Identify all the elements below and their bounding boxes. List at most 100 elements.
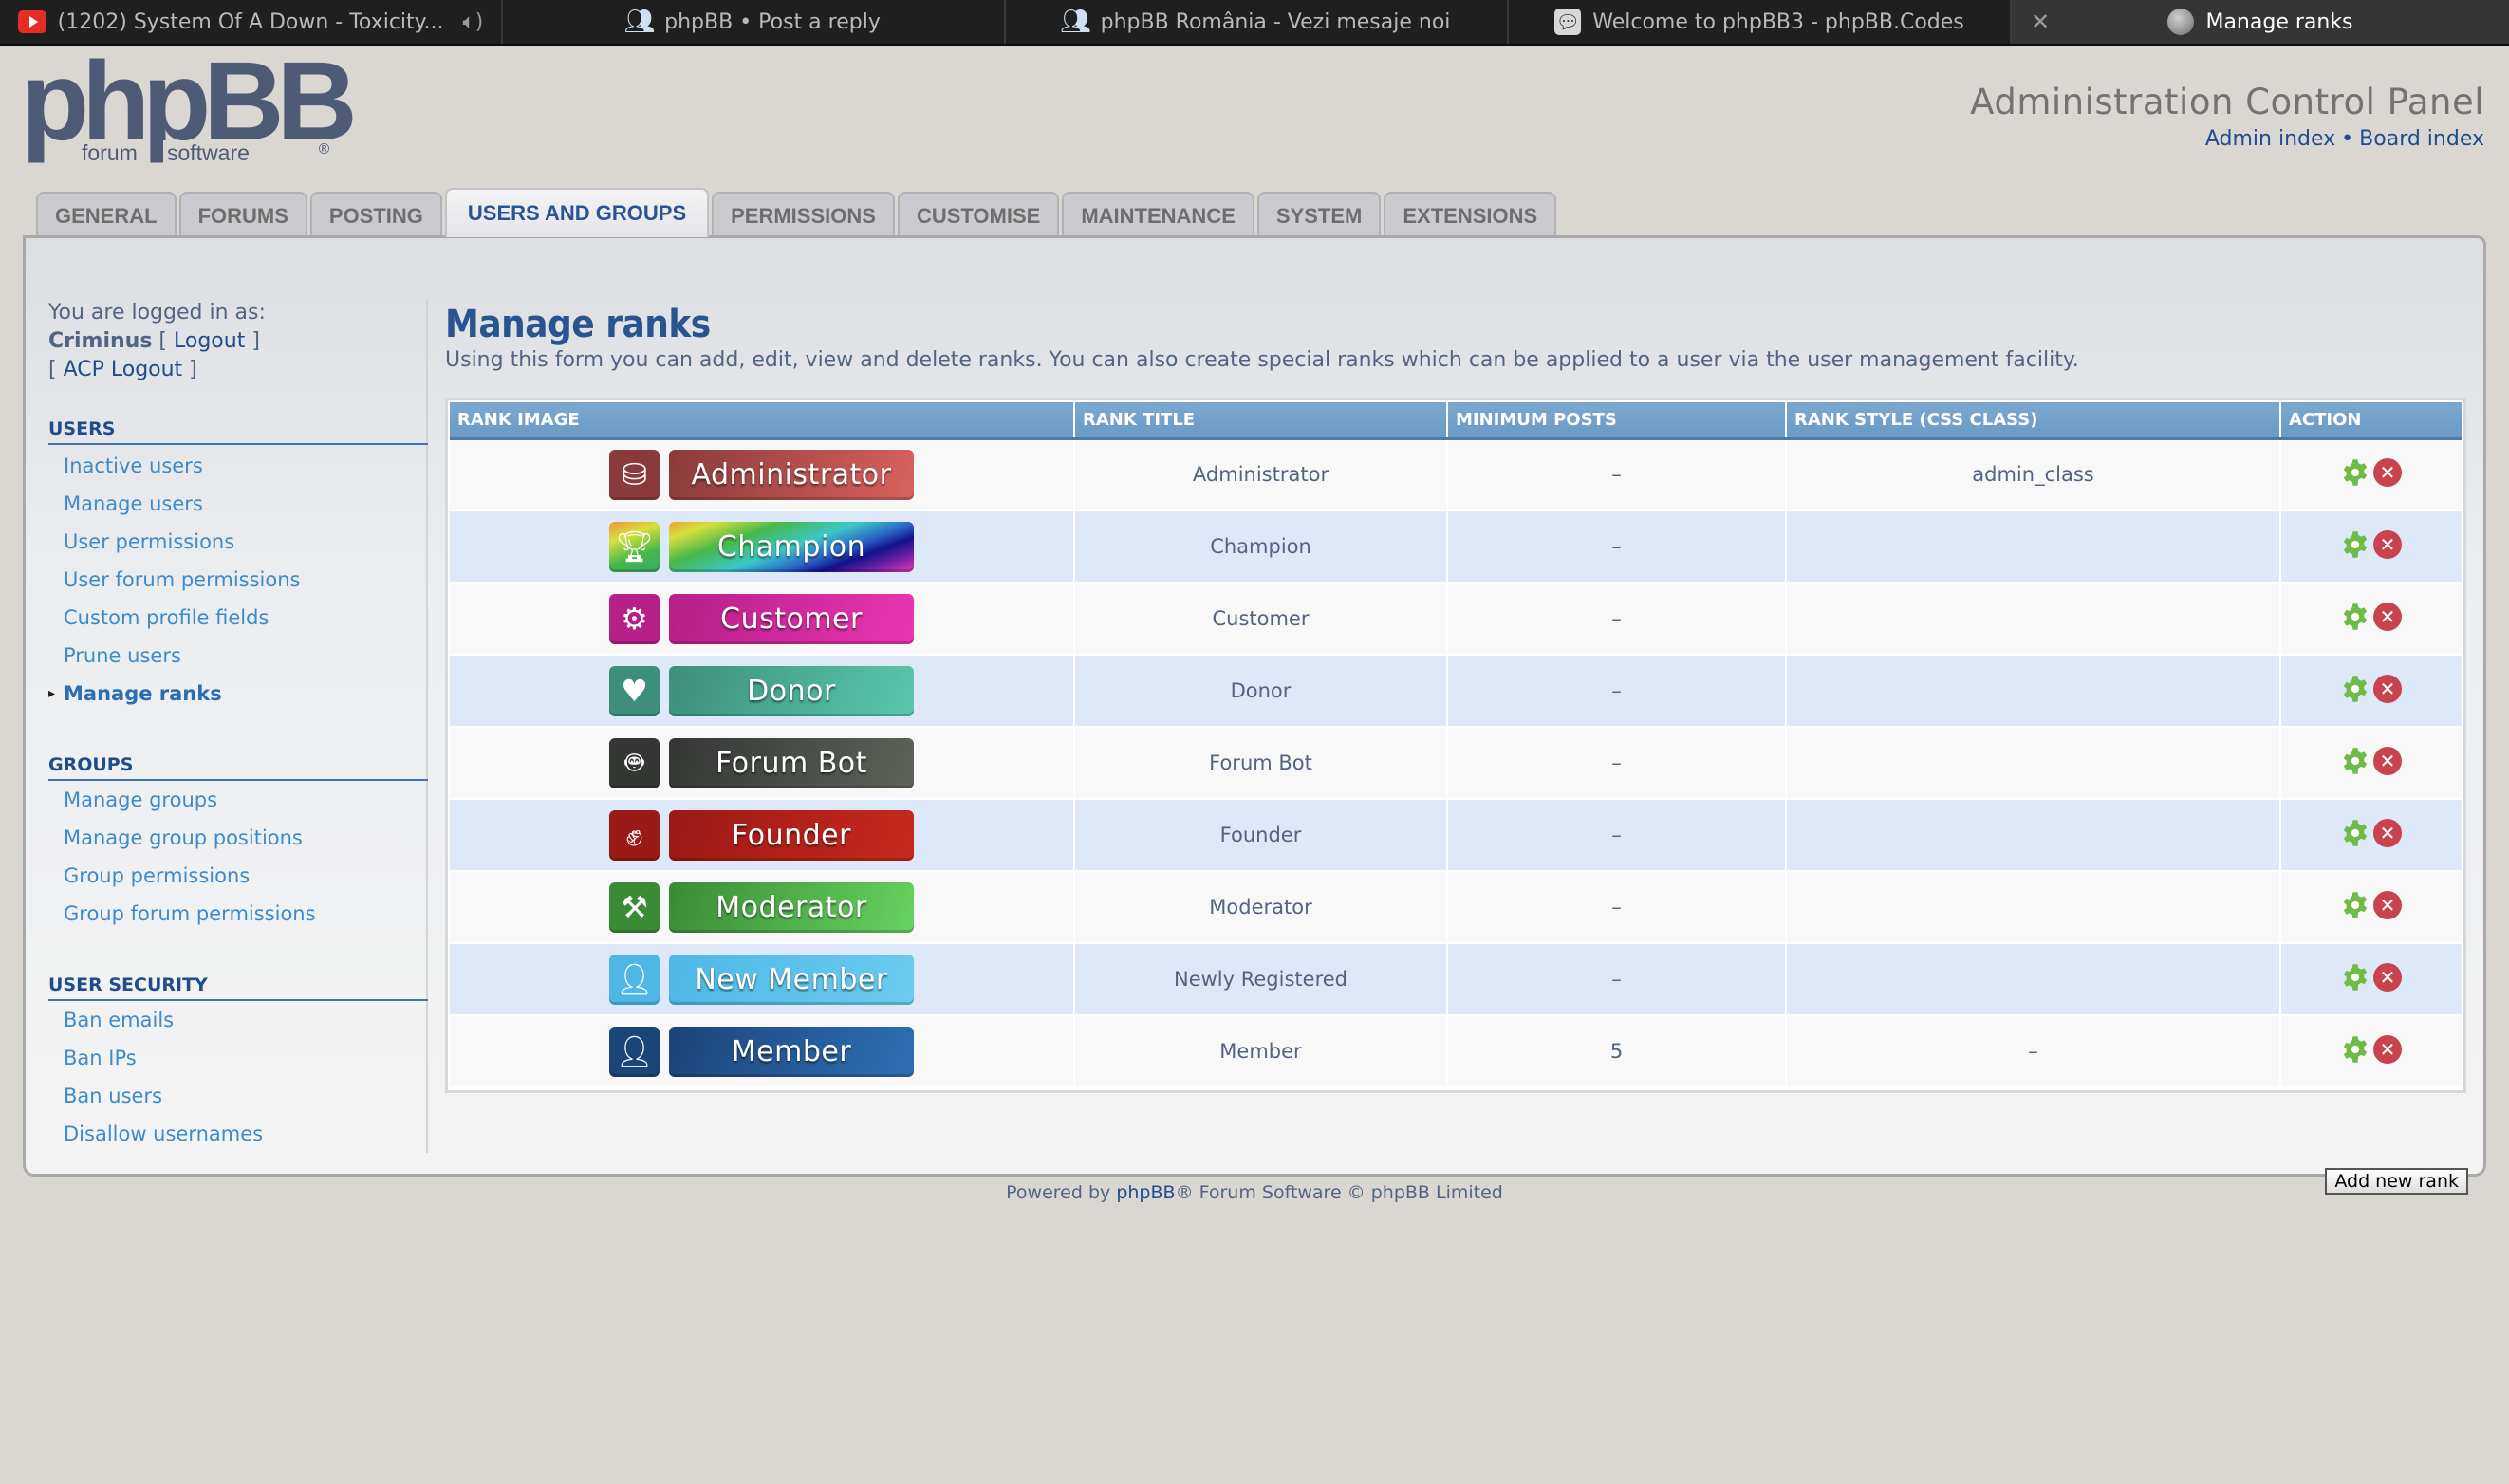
menu-section-user-security: USER SECURITY Ban emails Ban IPs Ban use… [48,974,428,1153]
tab-permissions[interactable]: PERMISSIONS [712,192,895,239]
tab-extensions[interactable]: EXTENSIONS [1384,192,1557,239]
action-cell: ✕ [2280,1015,2462,1088]
phpbb-logo[interactable]: phpBB forum software ® [21,46,358,173]
sidebar-item-manage-users[interactable]: Manage users [48,485,426,523]
rank-image-cell: ✊︎ Founder [450,799,1075,872]
tab-maintenance[interactable]: MAINTENANCE [1062,192,1254,239]
sidebar: You are logged in as: Criminus [ Logout … [48,299,428,1153]
rank-style-cell [1786,871,2281,944]
col-rank-image: RANK IMAGE [450,402,1075,440]
gear-icon[interactable] [2341,458,2370,487]
min-posts-cell: – [1447,438,1787,511]
page-description: Using this form you can add, edit, view … [445,348,2079,372]
delete-icon[interactable]: ✕ [2373,674,2402,703]
hand-gear-icon: ⚙ [609,593,660,644]
browser-tab-active[interactable]: ✕ Manage ranks [2012,0,2509,44]
tab-general[interactable]: GENERAL [36,192,177,239]
tab-posting[interactable]: POSTING [309,192,442,239]
rank-image-cell: ⚙ Customer [450,583,1075,656]
logo-subtitle: software [163,140,253,166]
gear-icon[interactable] [2341,675,2370,703]
logged-in-label: You are logged in as: [48,301,266,325]
min-posts-cell: – [1447,943,1787,1016]
rank-style-cell [1786,510,2281,584]
tab-users-and-groups[interactable]: USERS AND GROUPS [444,188,710,237]
acp-tabs: GENERAL FORUMS POSTING USERS AND GROUPS … [36,188,1557,239]
tab-customise[interactable]: CUSTOMISE [897,192,1060,239]
rank-image: ♥ Donor [609,665,914,716]
board-index-link[interactable]: Board index [2359,127,2484,151]
browser-tab[interactable]: (1202) System Of A Down - Toxicity... 🔈︎… [0,0,503,44]
sidebar-item-manage-group-positions[interactable]: Manage group positions [48,819,426,857]
close-tab-icon[interactable]: ✕ [2031,9,2050,35]
gear-icon[interactable] [2341,963,2370,992]
sidebar-item-ban-users[interactable]: Ban users [48,1077,426,1115]
col-action: ACTION [2280,402,2462,440]
sidebar-item-label: Manage ranks [64,682,222,705]
delete-icon[interactable]: ✕ [2373,529,2402,559]
speaker-icon[interactable]: 🔈︎) [463,10,484,34]
delete-icon[interactable]: ✕ [2373,457,2402,487]
acp-title: Administration Control Panel [1970,82,2484,122]
admin-index-link[interactable]: Admin index [2205,127,2335,151]
sidebar-item-prune-users[interactable]: Prune users [48,637,426,675]
rank-badge: Member [669,1026,914,1077]
sidebar-item-ban-ips[interactable]: Ban IPs [48,1039,426,1077]
delete-icon[interactable]: ✕ [2373,890,2402,919]
logout-link[interactable]: Logout [174,329,245,353]
sidebar-item-custom-profile-fields[interactable]: Custom profile fields [48,599,426,637]
tab-system[interactable]: SYSTEM [1256,192,1382,239]
browser-tab-title: Welcome to phpBB3 - phpBB.Codes [1592,9,1964,34]
login-info: You are logged in as: Criminus [ Logout … [48,299,426,384]
gear-icon[interactable] [2341,891,2370,919]
username: Criminus [48,329,153,353]
delete-icon[interactable]: ✕ [2373,602,2402,631]
sidebar-item-inactive-users[interactable]: Inactive users [48,447,426,485]
rank-image: 🏆︎ Champion [609,521,914,572]
browser-tab-title: phpBB România - Vezi mesaje noi [1100,9,1451,34]
table-row: ⛁ Administrator Administrator – admin_class ✕ [450,438,2462,511]
min-posts-cell: – [1447,510,1787,584]
phpbb-link[interactable]: phpBB [1116,1182,1175,1203]
browser-tab[interactable]: 👥︎ phpBB • Post a reply [503,0,1006,44]
tab-forums[interactable]: FORUMS [178,192,307,239]
sidebar-item-user-forum-permissions[interactable]: User forum permissions [48,561,426,599]
browser-tab[interactable]: 💬︎ Welcome to phpBB3 - phpBB.Codes [1509,0,2012,44]
menu-heading: USER SECURITY [48,974,428,1001]
col-minimum-posts: MINIMUM POSTS [1447,402,1787,440]
delete-icon[interactable]: ✕ [2373,818,2402,847]
ranks-table: RANK IMAGE RANK TITLE MINIMUM POSTS RANK… [450,402,2462,1088]
gear-icon[interactable] [2341,603,2370,631]
gear-icon[interactable] [2341,530,2370,559]
rank-title-cell: Member [1074,1015,1448,1088]
rank-image-cell: ⚒ Moderator [450,871,1075,944]
sidebar-item-user-permissions[interactable]: User permissions [48,523,426,561]
delete-icon[interactable]: ✕ [2373,746,2402,775]
browser-tab-title: (1202) System Of A Down - Toxicity... [57,9,444,34]
action-cell: ✕ [2280,438,2462,511]
gear-icon[interactable] [2341,819,2370,847]
delete-icon[interactable]: ✕ [2373,1034,2402,1064]
sidebar-item-manage-groups[interactable]: Manage groups [48,781,426,819]
delete-icon[interactable]: ✕ [2373,962,2402,992]
rank-image: ✊︎ Founder [609,809,914,861]
link-separator: • [2341,127,2354,151]
sidebar-item-group-forum-permissions[interactable]: Group forum permissions [48,895,426,933]
rank-badge: Champion [669,521,914,572]
acp-logout-link[interactable]: ACP Logout [64,358,183,381]
min-posts-cell: – [1447,583,1787,656]
gear-icon[interactable] [2341,1035,2370,1064]
sidebar-item-group-permissions[interactable]: Group permissions [48,857,426,895]
ranks-table-wrapper: RANK IMAGE RANK TITLE MINIMUM POSTS RANK… [445,398,2466,1093]
sidebar-item-disallow-usernames[interactable]: Disallow usernames [48,1115,426,1153]
min-posts-cell: – [1447,871,1787,944]
rank-image-cell: 🤖︎ Forum Bot [450,727,1075,800]
content: Manage ranks Using this form you can add… [445,299,2476,1195]
sidebar-item-ban-emails[interactable]: Ban emails [48,1001,426,1039]
browser-tab[interactable]: 👥︎ phpBB România - Vezi mesaje noi [1006,0,1509,44]
gear-icon[interactable] [2341,747,2370,775]
rank-style-cell [1786,727,2281,800]
table-row: 👤︎ Member Member 5– ✕ [450,1015,2462,1088]
sidebar-item-manage-ranks[interactable]: ▸ Manage ranks [48,675,426,713]
table-row: ♥ Donor Donor – ✕ [450,655,2462,728]
